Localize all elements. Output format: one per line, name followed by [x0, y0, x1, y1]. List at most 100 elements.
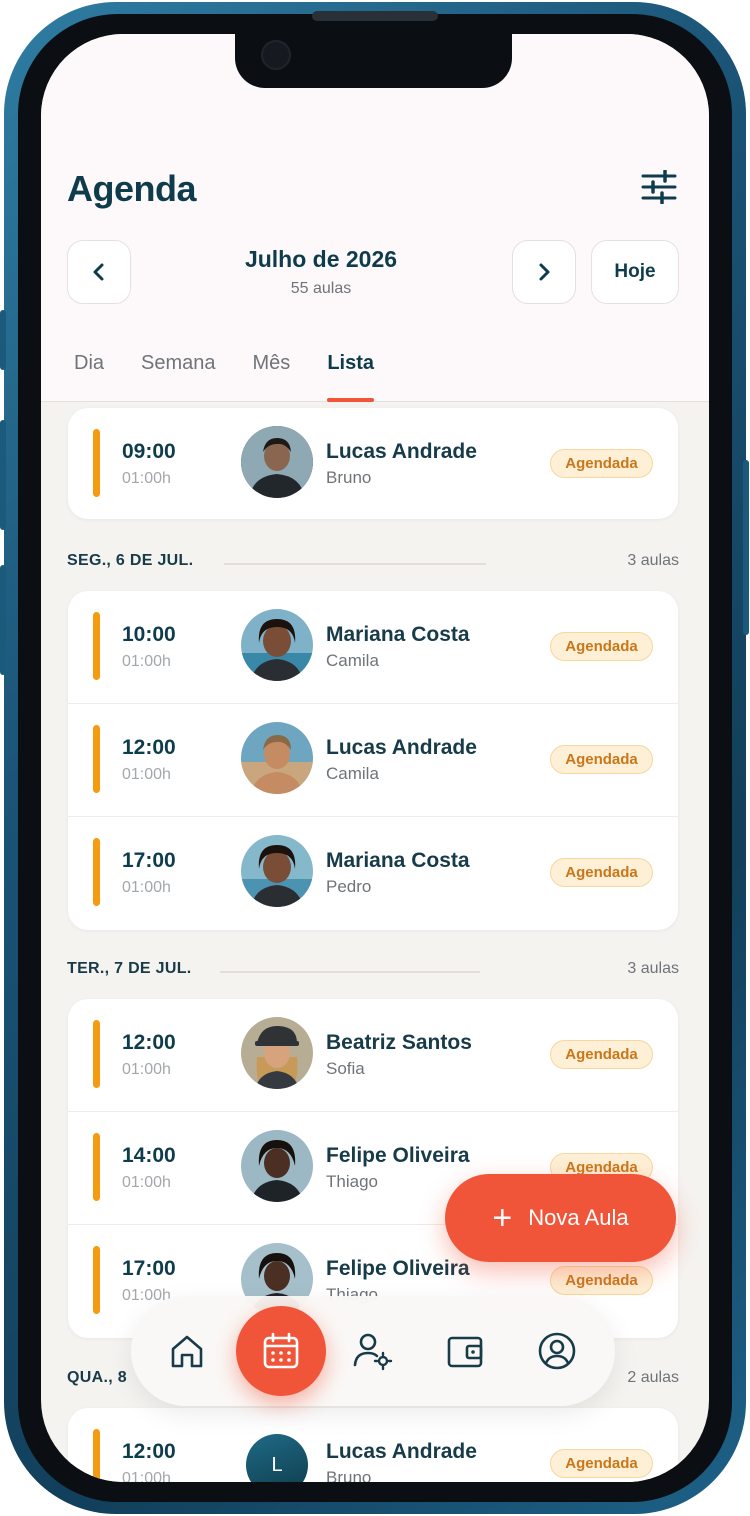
instructor-name: Mariana Costa	[326, 849, 470, 872]
instructor-name: Felipe Oliveira	[326, 1144, 470, 1167]
lesson-duration: 01:00h	[122, 653, 171, 670]
lesson-time: 17:00	[122, 1257, 176, 1280]
calendar-icon[interactable]	[236, 1306, 326, 1396]
status-bar	[93, 1133, 100, 1201]
user-settings-icon[interactable]	[345, 1323, 401, 1379]
avatar-initial: L	[246, 1434, 308, 1482]
page-title: Agenda	[67, 168, 197, 209]
lesson-row[interactable]: 10:00 01:00h Mariana Costa Camila Agenda…	[68, 591, 678, 704]
lesson-card: 09:00 01:00h Lucas Andrade Bruno Agendad…	[68, 408, 678, 519]
instructor-name: Felipe Oliveira	[326, 1257, 470, 1280]
lesson-duration: 01:00h	[122, 470, 171, 487]
status-badge: Agendada	[550, 745, 653, 774]
avatar	[241, 1130, 313, 1202]
plus-icon: +	[492, 1199, 513, 1237]
status-bar	[93, 1246, 100, 1314]
tab-mes[interactable]: Mês	[253, 352, 291, 402]
lesson-time: 17:00	[122, 849, 176, 872]
lesson-card: 12:00 01:00h L Lucas Andrade Bruno Agend…	[68, 1408, 678, 1482]
lesson-row[interactable]: 17:00 01:00h Mariana Costa Pedro Agendad…	[68, 817, 678, 930]
instructor-name: Mariana Costa	[326, 623, 470, 646]
lesson-time: 12:00	[122, 1031, 176, 1054]
lesson-duration: 01:00h	[122, 879, 171, 896]
lesson-row[interactable]: 12:00 01:00h Lucas Andrade Camila Agenda…	[68, 704, 678, 817]
instructor-name: Lucas Andrade	[326, 440, 477, 463]
avatar	[241, 609, 313, 681]
lesson-time: 12:00	[122, 1440, 176, 1463]
chevron-right-icon	[539, 263, 550, 281]
student-name: Sofia	[326, 1059, 365, 1078]
lesson-duration: 01:00h	[122, 1470, 171, 1482]
student-name: Bruno	[326, 468, 372, 487]
side-button	[0, 420, 6, 530]
status-badge: Agendada	[550, 449, 653, 478]
student-name: Camila	[326, 764, 379, 783]
divider	[220, 971, 480, 973]
status-bar	[93, 838, 100, 906]
instructor-name: Lucas Andrade	[326, 736, 477, 759]
day-label: QUA., 8	[67, 1369, 127, 1386]
profile-icon[interactable]	[529, 1323, 585, 1379]
lesson-time: 09:00	[122, 440, 176, 463]
next-month-button[interactable]	[512, 240, 576, 304]
filter-icon[interactable]	[641, 169, 677, 205]
month-title: Julho de 2026	[244, 246, 398, 272]
tab-lista[interactable]: Lista	[327, 352, 374, 402]
lesson-time: 10:00	[122, 623, 176, 646]
student-name: Bruno	[326, 1468, 372, 1482]
status-bar	[93, 725, 100, 793]
status-badge: Agendada	[550, 632, 653, 661]
app-screen: Agenda Julho de 2026 55 aulas Hoje Dia S…	[41, 34, 709, 1482]
status-badge: Agendada	[550, 858, 653, 887]
status-badge: Agendada	[550, 1040, 653, 1069]
lesson-card: 10:00 01:00h Mariana Costa Camila Agenda…	[68, 591, 678, 930]
avatar	[241, 722, 313, 794]
tab-dia[interactable]: Dia	[74, 352, 104, 402]
side-button	[0, 310, 6, 370]
wallet-icon[interactable]	[437, 1323, 493, 1379]
side-button	[743, 460, 749, 635]
day-count: 2 aulas	[627, 1369, 679, 1386]
today-button[interactable]: Hoje	[591, 240, 679, 304]
day-count: 3 aulas	[627, 552, 679, 569]
status-bar	[93, 612, 100, 680]
status-badge: Agendada	[550, 1449, 653, 1478]
instructor-name: Lucas Andrade	[326, 1440, 477, 1463]
month-count: 55 aulas	[290, 280, 352, 297]
day-label: TER., 7 DE JUL.	[67, 960, 192, 977]
lesson-row[interactable]: 12:00 01:00h L Lucas Andrade Bruno Agend…	[68, 1408, 678, 1482]
divider	[224, 563, 486, 565]
side-button	[0, 565, 6, 675]
day-label: SEG., 6 DE JUL.	[67, 552, 194, 569]
status-bar	[93, 1429, 100, 1482]
status-bar	[93, 1020, 100, 1088]
header: Agenda Julho de 2026 55 aulas Hoje Dia S…	[41, 34, 709, 402]
new-class-button[interactable]: + Nova Aula	[445, 1174, 676, 1262]
status-badge: Agendada	[550, 1266, 653, 1295]
instructor-name: Beatriz Santos	[326, 1031, 472, 1054]
bottom-nav	[131, 1296, 615, 1406]
student-name: Camila	[326, 651, 379, 670]
student-name: Thiago	[326, 1172, 378, 1191]
prev-month-button[interactable]	[67, 240, 131, 304]
lesson-time: 12:00	[122, 736, 176, 759]
lesson-duration: 01:00h	[122, 766, 171, 783]
day-section-header: TER., 7 DE JUL. 3 aulas	[67, 960, 679, 984]
tab-semana[interactable]: Semana	[141, 352, 216, 402]
lesson-duration: 01:00h	[122, 1061, 171, 1078]
lesson-row[interactable]: 09:00 01:00h Lucas Andrade Bruno Agendad…	[68, 408, 678, 519]
student-name: Pedro	[326, 877, 372, 896]
avatar	[241, 835, 313, 907]
lesson-row[interactable]: 12:00 01:00h Beatriz Santos Sofia Agenda…	[68, 999, 678, 1112]
lesson-duration: 01:00h	[122, 1174, 171, 1191]
day-section-header: SEG., 6 DE JUL. 3 aulas	[67, 552, 679, 576]
notch	[235, 34, 512, 88]
status-bar	[93, 429, 100, 497]
new-class-label: Nova Aula	[528, 1205, 629, 1230]
avatar	[241, 1017, 313, 1089]
lesson-card: 12:00 01:00h Beatriz Santos Sofia Agenda…	[68, 999, 678, 1338]
camera	[261, 40, 291, 70]
home-icon[interactable]	[159, 1323, 215, 1379]
lesson-time: 14:00	[122, 1144, 176, 1167]
speaker	[312, 11, 438, 21]
